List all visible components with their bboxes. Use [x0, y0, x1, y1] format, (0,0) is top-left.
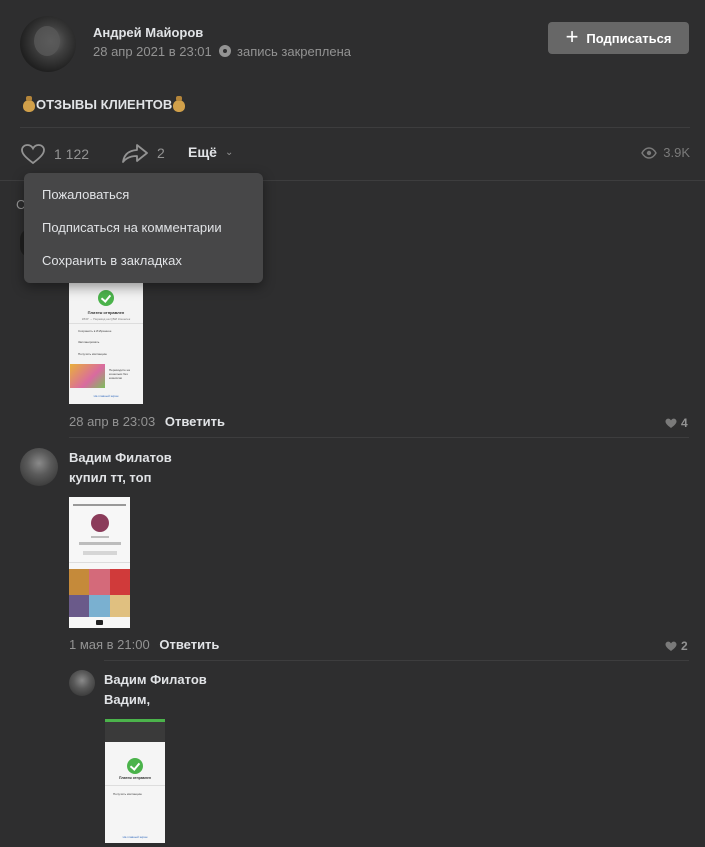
shot-tile [69, 569, 89, 595]
shot-line [79, 542, 121, 545]
post-text-content: ОТЗЫВЫ КЛИЕНТОВ [36, 96, 173, 112]
like-button[interactable]: 1 122 [20, 143, 89, 165]
commenter-name[interactable]: Вадим Филатов [104, 672, 207, 687]
menu-item-save-bookmarks[interactable]: Сохранить в закладках [24, 247, 263, 280]
commenter-avatar[interactable] [69, 670, 95, 696]
shot-topbar [73, 504, 126, 506]
shot-divider [69, 323, 143, 324]
shot-sub: КЮР → Перевод на QIWI Кошелек [81, 317, 131, 321]
more-label: Ещё [188, 144, 217, 160]
shot-title: Платеж отправлен [87, 310, 125, 315]
divider [104, 660, 689, 661]
shot-tile [110, 595, 130, 617]
comment-like-count: 4 [681, 416, 688, 430]
share-icon [122, 144, 148, 163]
reply-button[interactable]: Ответить [159, 637, 219, 652]
shot-footer: На главный экран [122, 835, 148, 839]
comment-meta: 1 мая в 21:00 Ответить [69, 637, 219, 652]
reply-button[interactable]: Ответить [165, 414, 225, 429]
comment-like-button[interactable]: 2 [665, 639, 688, 653]
views-count: 3.9K [663, 145, 690, 160]
shot-footer: На главный экран [93, 394, 119, 398]
pin-gear-icon [219, 45, 232, 57]
comment-text: купил тт, топ [69, 470, 152, 485]
shot-option: Сохранить в Избранное [78, 329, 112, 333]
menu-item-subscribe-comments[interactable]: Подписаться на комментарии [24, 214, 263, 247]
chevron-down-icon: ⌄ [224, 146, 234, 158]
share-button[interactable]: 2 [121, 143, 165, 163]
heart-icon [21, 144, 45, 165]
comment-date[interactable]: 28 апр в 23:03 [69, 414, 155, 429]
shot-tile [69, 595, 89, 617]
comment-date[interactable]: 1 мая в 21:00 [69, 637, 150, 652]
pinned-label: запись закреплена [237, 44, 351, 59]
shot-title: Платеж отправлен [118, 776, 152, 780]
commenter-avatar[interactable] [20, 448, 58, 486]
comment-meta: 28 апр в 23:03 Ответить [69, 414, 225, 429]
subscribe-label: Подписаться [586, 30, 672, 46]
more-dropdown-menu: Пожаловаться Подписаться на комментарии … [24, 173, 263, 283]
shot-nav [96, 620, 103, 625]
author-avatar[interactable] [20, 16, 76, 72]
post-header: Андрей Майоров 28 апр 2021 в 23:01 запис… [20, 16, 690, 74]
shot-line [91, 536, 109, 538]
plus-icon: + [565, 24, 579, 49]
post-text: ОТЗЫВЫ КЛИЕНТОВ [22, 96, 186, 112]
check-icon [127, 758, 143, 774]
comment-image[interactable]: Платеж отправлен Получить квитанцию На г… [105, 719, 165, 843]
heart-icon [665, 418, 677, 428]
shot-divider [105, 785, 165, 786]
comment-image[interactable]: Платеж отправлен КЮР → Перевод на QIWI К… [69, 283, 143, 404]
like-count: 1 122 [54, 146, 90, 162]
comment-like-count: 2 [681, 639, 688, 653]
shot-promo-image [70, 364, 105, 388]
comment-text: Вадим, [104, 692, 151, 707]
shot-option: Получить квитанцию [78, 352, 107, 356]
more-button[interactable]: Ещё ⌄ [188, 144, 233, 160]
shot-line [83, 551, 117, 555]
shot-profile-avatar [91, 514, 109, 532]
menu-item-report[interactable]: Пожаловаться [24, 181, 263, 214]
post-date[interactable]: 28 апр 2021 в 23:01 [93, 44, 212, 59]
comment-image[interactable] [69, 497, 130, 628]
shot-option: Запланировать [78, 340, 100, 344]
shot-header [105, 722, 165, 742]
share-count: 2 [157, 145, 165, 161]
views-counter: 3.9K [641, 145, 690, 160]
shot-line [69, 562, 130, 563]
heart-icon [665, 641, 677, 651]
shot-tile [89, 569, 110, 595]
shot-tile [110, 569, 130, 595]
money-bag-icon [172, 96, 186, 112]
comment-like-button[interactable]: 4 [665, 416, 688, 430]
commenter-name[interactable]: Вадим Филатов [69, 450, 172, 465]
divider [20, 127, 690, 128]
subscribe-button[interactable]: + Подписаться [548, 22, 689, 54]
money-bag-icon [22, 96, 36, 112]
shot-tile [89, 595, 110, 617]
eye-icon [641, 146, 658, 159]
author-name[interactable]: Андрей Майоров [93, 25, 203, 40]
shot-promo-text: Переводите на кошельки без комиссии [109, 368, 130, 380]
shot-option: Получить квитанцию [113, 792, 142, 796]
post-actions: 1 122 2 Ещё ⌄ 3.9K [20, 140, 690, 168]
check-icon [98, 290, 114, 306]
divider [69, 437, 689, 438]
post-meta: 28 апр 2021 в 23:01 запись закреплена [93, 44, 351, 59]
